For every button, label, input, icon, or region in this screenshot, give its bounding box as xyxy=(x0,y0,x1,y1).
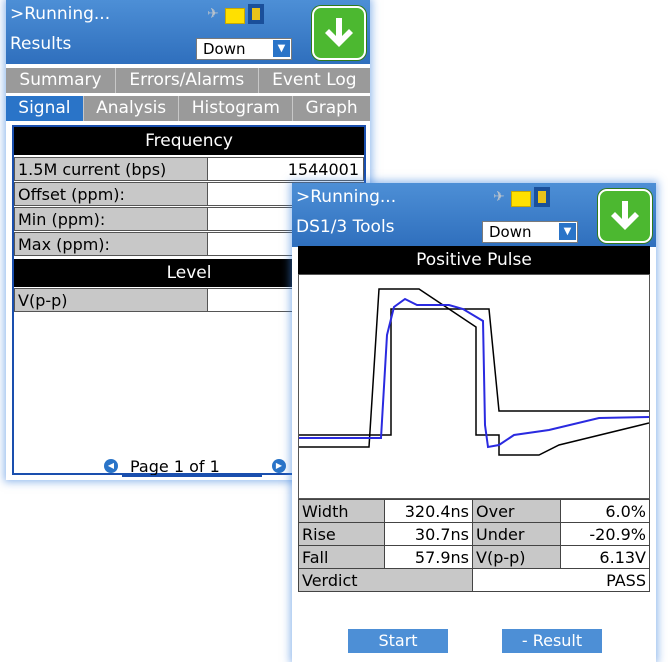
folder-icon[interactable] xyxy=(225,8,245,24)
tab-event-log[interactable]: Event Log xyxy=(257,68,370,93)
chevron-down-icon[interactable]: ▼ xyxy=(559,223,576,240)
tab-histogram[interactable]: Histogram xyxy=(178,96,293,121)
next-page-icon[interactable]: ▶ xyxy=(272,459,286,473)
action-button[interactable] xyxy=(598,189,652,243)
pulse-plot xyxy=(298,274,650,499)
header-bar: >Running... DS1/3 Tools ✈ Down ▼ xyxy=(292,183,656,247)
page-label: Page 1 of 1 xyxy=(130,457,220,476)
status-text: >Running... xyxy=(296,187,397,207)
measure-value: 57.9ns xyxy=(384,545,473,569)
tool-icon[interactable]: ✈ xyxy=(490,189,508,205)
tab-errors-alarms[interactable]: Errors/Alarms xyxy=(114,68,258,93)
dropdown-value: Down xyxy=(203,40,246,58)
measure-label: Width xyxy=(298,499,385,523)
measure-value: 6.13V xyxy=(560,545,650,569)
arrow-down-icon xyxy=(325,18,353,47)
pulse-waveform xyxy=(299,288,650,456)
plug-icon xyxy=(534,187,550,207)
pager-underline xyxy=(122,475,262,477)
tabs-row-2: Signal Analysis Histogram Graph xyxy=(6,96,370,121)
plug-icon xyxy=(248,4,264,24)
tab-analysis[interactable]: Analysis xyxy=(82,96,179,121)
row-label: Min (ppm): xyxy=(14,207,208,231)
measure-label: V(p-p) xyxy=(472,545,561,569)
row-value: 1544001 xyxy=(208,157,364,181)
tab-graph[interactable]: Graph xyxy=(292,96,370,121)
folder-icon[interactable] xyxy=(511,191,531,207)
screen-title: DS1/3 Tools xyxy=(296,217,395,237)
table-row: Verdict PASS xyxy=(298,568,650,592)
row-label: 1.5M current (bps) xyxy=(14,157,208,181)
action-button[interactable] xyxy=(312,6,366,60)
row-label: Offset (ppm): xyxy=(14,182,208,206)
pulse-trace xyxy=(299,297,650,449)
tabs-row-1: Summary Errors/Alarms Event Log xyxy=(6,68,370,93)
measure-value: 6.0% xyxy=(560,499,650,523)
measure-label: Fall xyxy=(298,545,385,569)
measurements-table: Width 320.4ns Over 6.0% Rise 30.7ns Unde… xyxy=(298,499,650,592)
table-row: Width 320.4ns Over 6.0% xyxy=(298,499,650,523)
row-label: Max (ppm): xyxy=(14,232,208,256)
measure-value: 320.4ns xyxy=(384,499,473,523)
measure-label: Rise xyxy=(298,522,385,546)
verdict-label: Verdict xyxy=(298,568,473,592)
measure-value: -20.9% xyxy=(560,522,650,546)
result-button[interactable]: - Result xyxy=(502,629,602,653)
verdict-value: PASS xyxy=(472,568,650,592)
table-row: Rise 30.7ns Under -20.9% xyxy=(298,522,650,546)
direction-dropdown[interactable]: Down ▼ xyxy=(482,221,578,243)
chevron-down-icon[interactable]: ▼ xyxy=(273,40,290,57)
section-title: Positive Pulse xyxy=(298,246,650,274)
status-icons: ✈ xyxy=(490,187,550,207)
prev-page-icon[interactable]: ◀ xyxy=(104,459,118,473)
status-text: >Running... xyxy=(10,4,111,24)
direction-dropdown[interactable]: Down ▼ xyxy=(196,38,292,60)
header-bar: >Running... Results ✈ Down ▼ xyxy=(6,0,370,64)
mask-inner xyxy=(299,308,650,456)
dropdown-value: Down xyxy=(489,223,532,241)
frequency-header: Frequency xyxy=(14,127,364,155)
tool-icon[interactable]: ✈ xyxy=(204,6,222,22)
row-label: V(p-p) xyxy=(14,288,208,312)
tab-signal[interactable]: Signal xyxy=(6,96,83,121)
start-button[interactable]: Start xyxy=(348,629,448,653)
mask-outer xyxy=(299,288,649,448)
tab-summary[interactable]: Summary xyxy=(6,68,115,93)
table-row: Fall 57.9ns V(p-p) 6.13V xyxy=(298,545,650,569)
arrow-down-icon xyxy=(611,201,639,230)
measure-label: Under xyxy=(472,522,561,546)
screen-title: Results xyxy=(10,34,72,54)
measure-value: 30.7ns xyxy=(384,522,473,546)
measure-label: Over xyxy=(472,499,561,523)
status-icons: ✈ xyxy=(204,4,264,24)
pulse-screen: >Running... DS1/3 Tools ✈ Down ▼ Positiv… xyxy=(292,183,656,662)
table-row: 1.5M current (bps) 1544001 xyxy=(14,157,364,183)
